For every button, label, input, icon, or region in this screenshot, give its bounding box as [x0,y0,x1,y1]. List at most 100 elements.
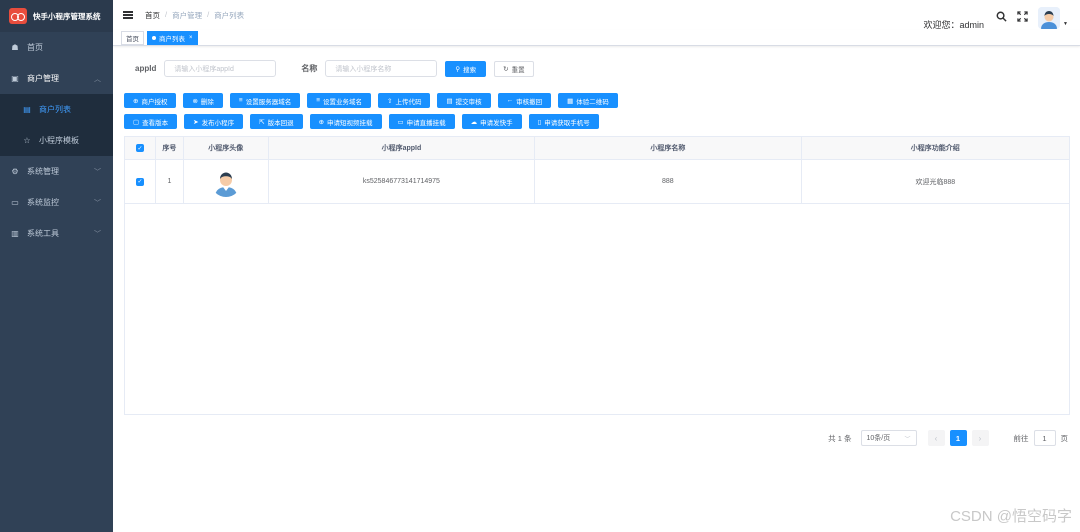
search-button[interactable]: ⚲ 搜索 [445,60,487,77]
qrcode-icon: ▦ [567,97,574,105]
sidebar-item-system-management[interactable]: ⚙ 系统管理 ﹀ [0,156,113,187]
withdraw-review-button[interactable]: ← 审核撤回 [497,93,552,108]
logo[interactable]: 快手小程序管理系统 [0,0,113,32]
app-title: 快手小程序管理系统 [33,11,101,21]
page-suffix: 页 [1060,433,1069,443]
row-appid: ks525846773141714975 [269,160,536,203]
button-label: 设置服务器域名 [245,98,292,106]
miniprogram-avatar [210,166,241,197]
send-icon: ➤ [193,118,199,126]
button-label: 申请短视频挂载 [327,119,373,127]
tag-label: 首页 [126,35,139,43]
button-label: 商户授权 [141,98,168,106]
sidebar-item-label: 系统监控 [27,198,59,207]
sidebar-item-merchant-list[interactable]: ▤ 商户列表 [0,94,113,125]
sidebar-item-merchant-management[interactable]: ▣ 商户管理 ︿ [0,63,113,94]
chevron-down-icon: ﹀ [94,230,101,238]
sidebar-item-home[interactable]: ☗ 首页 [0,32,113,63]
sidebar: 快手小程序管理系统 ☗ 首页 ▣ 商户管理 ︿ ▤ 商户列表 ☆ 小程序模板 ⚙… [0,0,113,532]
button-label: 发布小程序 [201,119,235,127]
sidebar-item-system-monitor[interactable]: ▭ 系统监控 ﹀ [0,187,113,218]
button-label: 体验二维码 [576,98,609,106]
name-input[interactable]: 请输入小程序名称 [325,60,438,77]
upload-code-button[interactable]: ⇧ 上传代码 [378,93,431,108]
appid-label: appId [135,64,157,73]
apply-live-mount-button[interactable]: ▭ 申请直播挂载 [388,114,455,129]
page-number-1[interactable]: 1 [949,430,967,446]
merchant-authorize-button[interactable]: ⊕ 商户授权 [124,93,177,108]
main-area: 首页 / 商户管理 / 商户列表 欢迎您：admin ▼ 首页 商户列表 × a… [113,0,1080,532]
set-server-domain-button[interactable]: ≡ 设置服务器域名 [229,93,301,108]
delete-icon: ⊗ [192,97,198,105]
button-label: 申请发快手 [480,119,513,127]
button-label: 查看版本 [142,119,169,127]
lock-icon: ▢ [133,118,140,126]
search-form: appId 请输入小程序appId 名称 请输入小程序名称 ⚲ 搜索 ↻ 重置 [135,60,534,77]
breadcrumb-merchant-list: 商户列表 [214,10,245,20]
row-name: 888 [535,160,802,203]
hamburger-icon[interactable] [123,11,133,19]
sidebar-item-label: 商户管理 [27,74,59,83]
fullscreen-icon[interactable] [1017,10,1028,25]
check-icon: ✓ [135,144,144,152]
chevron-down-icon: ﹀ [94,168,101,176]
phone-icon: ▯ [537,118,542,126]
view-version-button[interactable]: ▢ 查看版本 [124,114,178,129]
row-index: 1 [156,160,184,203]
breadcrumb-home[interactable]: 首页 [145,10,160,21]
prev-page-button[interactable]: ‹ [927,430,945,446]
publish-miniprogram-button[interactable]: ➤ 发布小程序 [184,114,244,129]
next-page-button[interactable]: › [971,430,989,446]
tag-home[interactable]: 首页 [121,30,144,45]
goto-page-input[interactable]: 1 [1033,430,1056,446]
apply-kuaishou-button[interactable]: ☁ 申请发快手 [461,114,522,129]
upload-icon: ⇧ [387,97,393,105]
select-all-checkbox[interactable]: ✓ [125,137,156,159]
logo-icon [9,8,27,24]
check-icon: ✓ [135,177,144,186]
row-avatar-cell [184,160,269,203]
avatar [1038,6,1061,29]
sidebar-item-miniprogram-template[interactable]: ☆ 小程序模板 [0,125,113,156]
header-avatar: 小程序头像 [184,137,269,159]
appid-input[interactable]: 请输入小程序appId [164,60,277,77]
pagination: 共 1 条 10条/页 ﹀ ‹ 1 › 前往 1 页 [828,430,1068,446]
submit-review-button[interactable]: ▤ 提交审核 [437,93,491,108]
gear-icon: ⚙ [11,167,19,176]
right-menu: 欢迎您：admin ▼ [924,4,1068,31]
chevron-up-icon: ︿ [94,75,101,83]
goto-label: 前往 [1013,433,1029,443]
document-icon: ▤ [446,97,453,105]
caret-down-icon: ▼ [1063,20,1068,27]
button-label: 版本回退 [267,119,294,127]
back-arrow-icon: ← [506,97,514,104]
delete-button[interactable]: ⊗ 删除 [183,93,223,108]
apply-phone-number-button[interactable]: ▯ 申请获取手机号 [528,114,599,129]
page-size-select[interactable]: 10条/页 ﹀ [860,430,917,446]
apply-short-video-mount-button[interactable]: ⊕ 申请短视频挂载 [309,114,382,129]
shop-icon: ▣ [11,74,19,83]
tag-merchant-list[interactable]: 商户列表 × [147,30,198,45]
user-avatar-dropdown[interactable]: ▼ [1038,6,1068,29]
trial-qrcode-button[interactable]: ▦ 体验二维码 [558,93,618,108]
version-rollback-button[interactable]: ⇱ 版本回退 [250,114,303,129]
sidebar-item-system-tools[interactable]: ▥ 系统工具 ﹀ [0,218,113,249]
row-checkbox[interactable]: ✓ [125,160,156,203]
submenu-merchant: ▤ 商户列表 ☆ 小程序模板 [0,94,113,156]
chevron-down-icon: ﹀ [94,199,101,207]
sidebar-item-label: 首页 [27,43,43,52]
dashboard-icon: ☗ [11,43,19,52]
plus-circle-icon: ⊕ [318,118,325,126]
breadcrumb-merchant-management: 商户管理 [172,10,203,20]
table-row[interactable]: ✓ 1 ks525846773141714975 888 欢迎光临888 [125,160,1069,204]
reset-button[interactable]: ↻ 重置 [494,60,534,77]
search-icon[interactable] [996,11,1007,25]
close-icon[interactable]: × [189,35,193,41]
navbar: 首页 / 商户管理 / 商户列表 欢迎您：admin ▼ [113,0,1080,30]
button-label: 删除 [200,98,214,106]
button-label: 审核撤回 [516,98,543,106]
table-header: ✓ 序号 小程序头像 小程序appId 小程序名称 小程序功能介绍 [125,137,1069,160]
set-business-domain-button[interactable]: ≡ 设置业务域名 [307,93,371,108]
button-label: 上传代码 [395,98,422,106]
list-icon: ▤ [23,105,31,114]
